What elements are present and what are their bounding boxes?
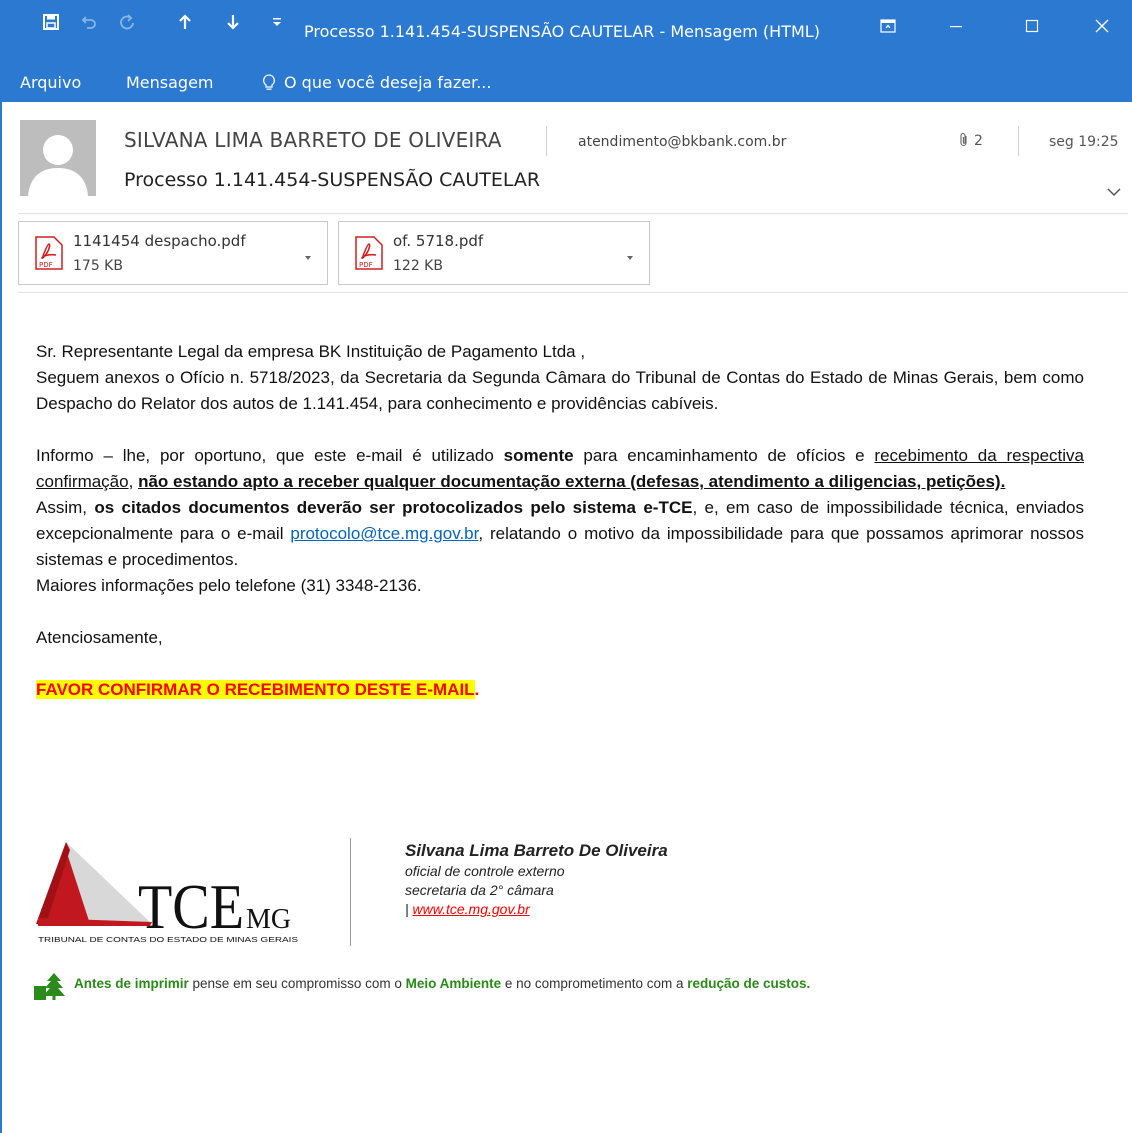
previous-item-icon[interactable] <box>172 10 198 34</box>
undo-icon[interactable] <box>76 10 102 34</box>
header-divider <box>18 213 1128 214</box>
sender-name[interactable]: SILVANA LIMA BARRETO DE OLIVEIRA <box>124 128 502 152</box>
pdf-icon: PDF <box>35 236 63 270</box>
svg-text:TRIBUNAL DE CONTAS DO ESTADO D: TRIBUNAL DE CONTAS DO ESTADO DE MINAS GE… <box>38 935 298 944</box>
attachment-item[interactable]: PDF of. 5718.pdf 122 KB <box>338 221 650 285</box>
paperclip-icon <box>958 132 970 148</box>
tab-mensagem[interactable]: Mensagem <box>126 72 214 94</box>
attachment-size: 122 KB <box>393 258 443 274</box>
attachment-name: of. 5718.pdf <box>393 232 484 250</box>
signature-role: oficial de controle externo <box>405 863 565 879</box>
chevron-down-icon[interactable] <box>303 248 313 260</box>
signature-dept: secretaria da 2° câmara <box>405 882 554 898</box>
lightbulb-icon <box>262 74 276 92</box>
window-border <box>0 102 2 1133</box>
svg-text:PDF: PDF <box>359 261 373 269</box>
divider <box>546 126 547 156</box>
signature-divider <box>350 838 351 946</box>
attachment-item[interactable]: PDF 1141454 despacho.pdf 175 KB <box>18 221 328 285</box>
body-paragraph: Assim, os citados documentos deverão ser… <box>36 498 1085 569</box>
maximize-icon[interactable] <box>1012 12 1052 40</box>
chevron-down-icon[interactable] <box>625 248 635 260</box>
tell-me-box[interactable]: O que você deseja fazer... <box>262 72 491 94</box>
signature-name: Silvana Lima Barreto De Oliveira <box>405 841 668 860</box>
svg-text:MG: MG <box>246 904 291 935</box>
ribbon-display-options-icon[interactable] <box>868 12 908 40</box>
signature-link-line: | www.tce.mg.gov.br <box>405 901 530 917</box>
tce-mg-logo: TCE MG TRIBUNAL DE CONTAS DO ESTADO DE M… <box>34 836 314 948</box>
message-body: Sr. Representante Legal da empresa BK In… <box>36 339 1084 703</box>
minimize-icon[interactable] <box>936 12 976 40</box>
svg-text:TCE: TCE <box>138 871 244 942</box>
tce-website-link[interactable]: www.tce.mg.gov.br <box>413 901 530 917</box>
attachment-count: 2 <box>958 132 983 149</box>
attachment-name: 1141454 despacho.pdf <box>73 232 246 250</box>
divider <box>1018 126 1019 156</box>
confirm-notice: FAVOR CONFIRMAR O RECEBIMENTO DESTE E-MA… <box>36 680 480 699</box>
close-icon[interactable] <box>1082 12 1122 40</box>
tab-arquivo[interactable]: Arquivo <box>20 72 81 94</box>
recipient-email[interactable]: atendimento@bkbank.com.br <box>578 134 786 150</box>
body-paragraph: Informo – lhe, por oportuno, que este e-… <box>36 446 1084 491</box>
sent-date: seg 19:25 <box>1049 134 1119 150</box>
attachments-divider <box>18 292 1128 293</box>
ribbon: Arquivo Mensagem O que você deseja fazer… <box>0 64 1132 102</box>
svg-text:PDF: PDF <box>39 261 53 269</box>
eco-footer: Antes de imprimir pense em seu compromis… <box>74 976 811 991</box>
title-bar: Processo 1.141.454-SUSPENSÃO CAUTELAR - … <box>0 0 1132 64</box>
window-title: Processo 1.141.454-SUSPENSÃO CAUTELAR - … <box>304 22 820 41</box>
tell-me-label: O que você deseja fazer... <box>284 73 492 92</box>
next-item-icon[interactable] <box>220 10 246 34</box>
protocol-email-link[interactable]: protocolo@tce.mg.gov.br <box>290 524 478 543</box>
attachment-size: 175 KB <box>73 258 123 274</box>
expand-header-icon[interactable] <box>1104 184 1124 200</box>
closing: Atenciosamente, <box>36 628 163 647</box>
body-paragraph: Seguem anexos o Ofício n. 5718/2023, da … <box>36 368 1084 413</box>
message-subject: Processo 1.141.454-SUSPENSÃO CAUTELAR <box>124 169 541 191</box>
customize-quick-access-icon[interactable] <box>266 10 288 34</box>
save-icon[interactable] <box>38 10 64 34</box>
attachment-count-value: 2 <box>974 133 983 149</box>
greeting: Sr. Representante Legal da empresa BK In… <box>36 342 586 361</box>
phone-line: Maiores informações pelo telefone (31) 3… <box>36 576 422 595</box>
avatar <box>20 120 96 196</box>
signature-block: Silvana Lima Barreto De Oliveira oficial… <box>405 840 668 919</box>
pdf-icon: PDF <box>355 236 383 270</box>
redo-icon[interactable] <box>114 10 140 34</box>
tree-icon <box>34 972 70 1000</box>
